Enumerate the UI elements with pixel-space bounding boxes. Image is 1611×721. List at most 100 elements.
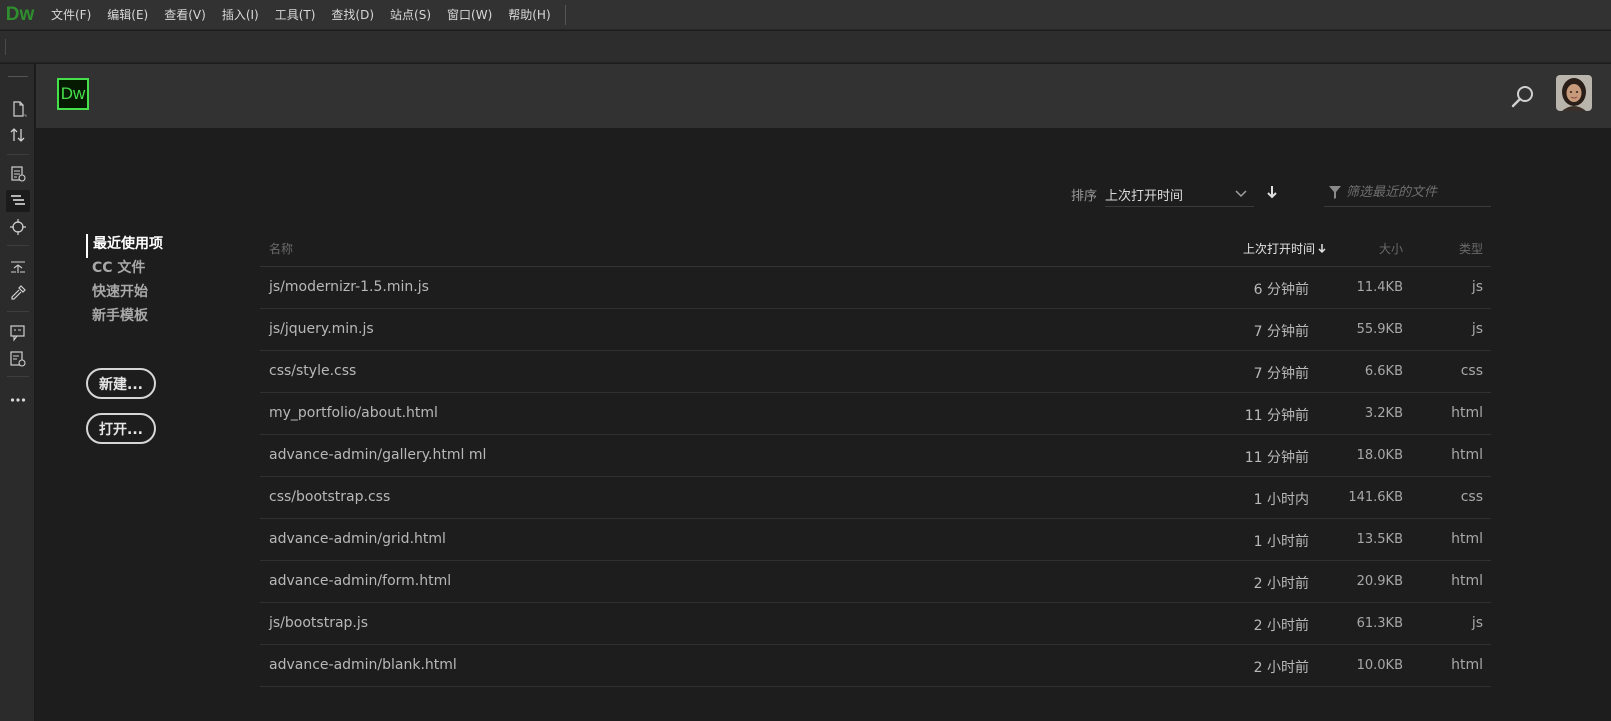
menu-site[interactable]: 站点(S) [382,0,439,30]
file-opened-time: 1 小时前 [1253,534,1309,550]
file-name: js/bootstrap.js [269,615,369,631]
menu-window[interactable]: 窗口(W) [439,0,500,30]
file-size: 11.4KB [1356,280,1403,295]
dw-badge: Dw [57,78,89,110]
column-header-name[interactable]: 名称 [269,240,293,257]
nav-item-cc-files[interactable]: CC 文件 [86,258,163,282]
more-icon[interactable] [6,389,30,411]
file-transfer-icon[interactable] [6,124,30,146]
menu-bar: Dw 文件(F) 编辑(E) 查看(V) 插入(I) 工具(T) 查找(D) 站… [0,0,1611,30]
dom-panel-icon[interactable] [6,190,30,212]
file-opened-time: 2 小时前 [1253,576,1309,592]
table-row[interactable]: advance-admin/gallery.html ml 11 分钟前 18.… [260,435,1491,477]
file-type: html [1451,573,1483,589]
column-header-type[interactable]: 类型 [1459,240,1483,257]
nav-item-starter-templates[interactable]: 新手模板 [86,306,163,330]
live-view-icon[interactable] [6,163,30,185]
file-opened-time: 11 分钟前 [1244,408,1309,424]
new-document-icon[interactable] [6,98,30,120]
filter-box [1324,175,1491,207]
menu-help[interactable]: 帮助(H) [500,0,558,30]
arrow-down-icon[interactable] [1264,183,1280,201]
file-opened-time: 6 分钟前 [1253,282,1309,298]
menu-view[interactable]: 查看(V) [156,0,214,30]
avatar[interactable] [1556,75,1592,111]
menu-edit[interactable]: 编辑(E) [99,0,156,30]
file-name: advance-admin/form.html [269,573,452,589]
table-row[interactable]: js/jquery.min.js 7 分钟前 55.9KB js [260,309,1491,351]
tool-divider [7,376,29,377]
menu-find[interactable]: 查找(D) [323,0,382,30]
file-opened-time: 1 小时内 [1253,492,1309,508]
file-size: 55.9KB [1356,322,1403,337]
file-type: html [1451,447,1483,463]
wrap-tag-icon[interactable] [6,256,30,278]
table-row[interactable]: css/style.css 7 分钟前 6.6KB css [260,351,1491,393]
file-type: html [1451,657,1483,673]
file-type: html [1451,531,1483,547]
toolbar-grip[interactable] [5,39,6,55]
table-row[interactable]: js/modernizr-1.5.min.js 6 分钟前 11.4KB js [260,267,1491,309]
file-size: 6.6KB [1364,364,1403,379]
table-row[interactable]: css/bootstrap.css 1 小时内 141.6KB css [260,477,1491,519]
eyedropper-icon[interactable] [6,282,30,304]
file-size: 61.3KB [1356,616,1403,631]
file-opened-time: 7 分钟前 [1253,366,1309,382]
table-row[interactable]: advance-admin/form.html 2 小时前 20.9KB htm… [260,561,1491,603]
file-type: js [1471,321,1483,337]
file-name: css/style.css [269,363,357,379]
sort-dropdown[interactable]: 上次打开时间 [1105,175,1254,207]
tool-divider [7,311,29,312]
table-row[interactable]: my_portfolio/about.html 11 分钟前 3.2KB htm… [260,393,1491,435]
nav-item-recent[interactable]: 最近使用项 [86,234,163,258]
menu-items: 文件(F) 编辑(E) 查看(V) 插入(I) 工具(T) 查找(D) 站点(S… [43,0,566,30]
file-size: 13.5KB [1356,532,1403,547]
menu-file[interactable]: 文件(F) [43,0,99,30]
file-size: 20.9KB [1356,574,1403,589]
file-type: css [1460,489,1483,505]
search-icon[interactable] [1510,84,1536,110]
filter-input[interactable] [1346,181,1486,203]
recent-files-table: 名称 上次打开时间 大小 类型 js/modernizr-1.5.min.js … [260,235,1491,687]
table-row[interactable]: advance-admin/grid.html 1 小时前 13.5KB htm… [260,519,1491,561]
toolcol-grip[interactable] [8,76,28,77]
start-screen-main: 排序 上次打开时间 最近使用项 CC 文件 快速开始 新手模板 新建... 打开… [36,128,1611,721]
sort-label: 排序 [1071,189,1098,204]
inspect-target-icon[interactable] [6,216,30,238]
menu-insert[interactable]: 插入(I) [214,0,267,30]
file-type: js [1471,615,1483,631]
file-type: js [1471,279,1483,295]
column-header-time-label: 上次打开时间 [1242,242,1315,256]
start-screen-header: Dw [36,64,1611,128]
nav-item-quick-start[interactable]: 快速开始 [86,282,163,306]
file-name: js/jquery.min.js [269,321,374,337]
file-name: js/modernizr-1.5.min.js [269,279,429,295]
start-nav: 最近使用项 CC 文件 快速开始 新手模板 [86,234,163,330]
table-header: 名称 上次打开时间 大小 类型 [260,235,1491,267]
column-header-size[interactable]: 大小 [1379,240,1403,257]
menu-tools[interactable]: 工具(T) [267,0,324,30]
file-opened-time: 2 小时前 [1253,660,1309,676]
file-name: my_portfolio/about.html [269,405,438,421]
filter-icon [1328,185,1342,200]
table-row[interactable]: advance-admin/blank.html 2 小时前 10.0KB ht… [260,645,1491,687]
table-row[interactable]: js/bootstrap.js 2 小时前 61.3KB js [260,603,1491,645]
file-size: 141.6KB [1348,490,1403,505]
open-button[interactable]: 打开... [86,413,156,444]
tool-divider [7,245,29,246]
comment-code-icon[interactable] [6,322,30,344]
document-toolbar [0,31,1611,63]
format-source-icon[interactable] [6,348,30,370]
column-header-time[interactable]: 上次打开时间 [1243,240,1327,257]
file-name: advance-admin/gallery.html ml [269,447,487,463]
tool-divider [7,154,29,155]
file-size: 3.2KB [1364,406,1403,421]
app-logo: Dw [5,3,35,25]
tool-column [0,64,35,721]
chevron-down-icon [1234,185,1248,199]
file-type: html [1451,405,1483,421]
file-name: advance-admin/blank.html [269,657,457,673]
new-button[interactable]: 新建... [86,368,156,399]
file-name: advance-admin/grid.html [269,531,446,547]
file-size: 10.0KB [1356,658,1403,673]
